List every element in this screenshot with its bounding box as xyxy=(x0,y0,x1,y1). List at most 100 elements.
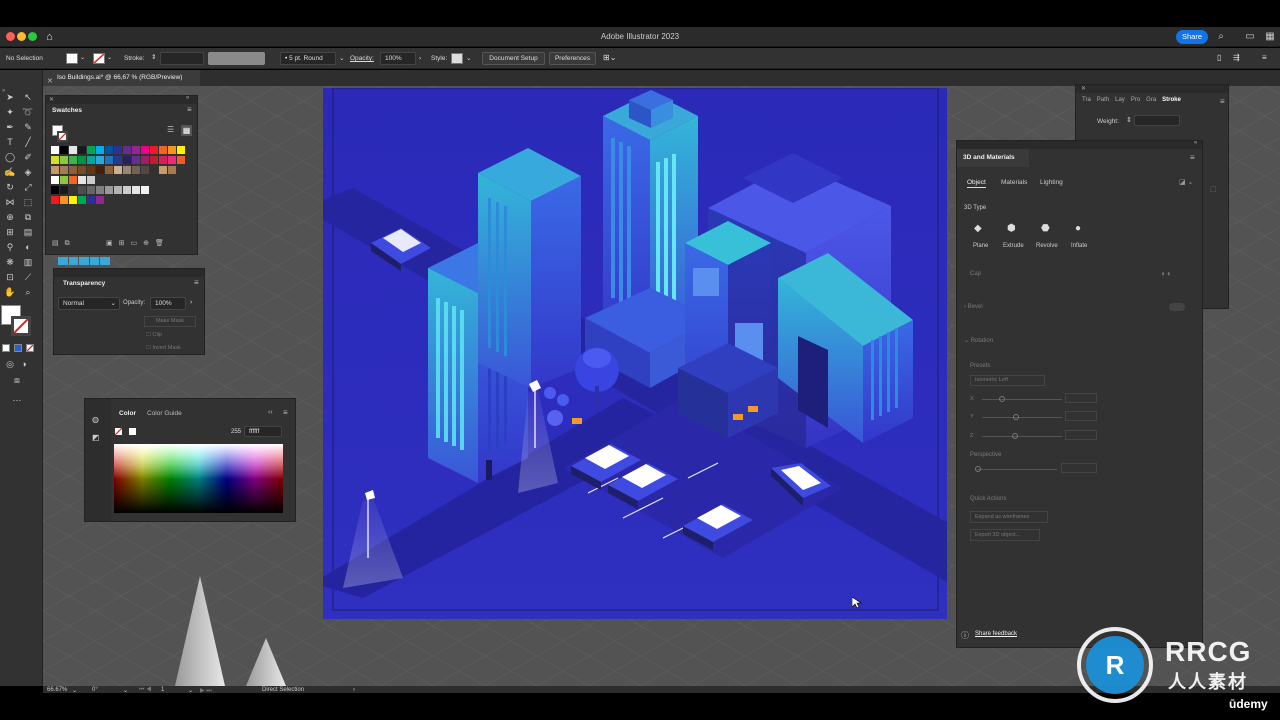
swatch-cell[interactable] xyxy=(87,186,95,194)
swatch-cell[interactable] xyxy=(87,176,95,184)
show-kinds-icon[interactable]: ⧉ xyxy=(65,240,76,247)
width-tool-icon[interactable]: ⋈ xyxy=(4,196,16,208)
export-3d-button[interactable]: Export 3D object... xyxy=(970,529,1040,541)
stroke-color-box[interactable] xyxy=(11,316,31,336)
swatch-cell[interactable] xyxy=(78,196,86,204)
chevron-right-icon[interactable]: › xyxy=(190,299,192,306)
trash-icon[interactable]: 🗑 xyxy=(155,240,170,247)
swatch-cell[interactable] xyxy=(60,166,68,174)
stepper-icon[interactable]: ⇕ xyxy=(1126,116,1132,124)
hand-tool-icon[interactable]: ✋ xyxy=(4,286,16,298)
panel-menu-icon[interactable]: ≡ xyxy=(1262,53,1267,62)
swatch-cell[interactable] xyxy=(132,156,140,164)
cap-icons[interactable]: ◑ ◐ xyxy=(1160,269,1172,278)
selection-tool-icon[interactable]: ➤ xyxy=(4,91,16,103)
swatch-cell[interactable] xyxy=(51,156,59,164)
swatch-cell[interactable] xyxy=(105,166,113,174)
swatch-cell[interactable] xyxy=(114,156,122,164)
document-tab[interactable]: ✕ Iso Buildings.ai* @ 66,67 % (RGB/Previ… xyxy=(43,70,200,86)
swatch-cell[interactable] xyxy=(177,146,185,154)
swatch-cell[interactable] xyxy=(87,146,95,154)
swatch-cell[interactable] xyxy=(123,156,131,164)
swatch-cell[interactable] xyxy=(168,146,176,154)
swatch-cell[interactable] xyxy=(60,196,68,204)
swatch-cell[interactable] xyxy=(96,196,104,204)
scale-tool-icon[interactable]: ⤢ xyxy=(22,181,34,193)
share-button[interactable]: Share xyxy=(1176,30,1208,44)
swatch-cell[interactable] xyxy=(51,186,59,194)
panel-menu-icon[interactable]: ≡ xyxy=(187,105,192,114)
collapse-panel-icon[interactable]: « xyxy=(186,95,189,101)
preferences-button[interactable]: Preferences xyxy=(549,52,596,65)
swatch-cell[interactable] xyxy=(150,156,158,164)
mesh-tool-icon[interactable]: ⊞ xyxy=(4,226,16,238)
panel-menu-icon[interactable]: ≡ xyxy=(1190,153,1195,162)
swatch-cell[interactable] xyxy=(60,146,68,154)
align-icon[interactable]: ▯ xyxy=(1217,53,1221,62)
swatch-cell[interactable] xyxy=(51,176,59,184)
document-setup-button[interactable]: Document Setup xyxy=(482,52,545,65)
variable-width-dropdown[interactable] xyxy=(208,52,265,65)
paintbrush-tool-icon[interactable]: ✐ xyxy=(22,151,34,163)
shape-builder-tool-icon[interactable]: ⊕ xyxy=(4,211,16,223)
swatch-cell[interactable] xyxy=(123,146,131,154)
transform-icon[interactable]: ⇶ xyxy=(1233,53,1240,62)
swatch-cell[interactable] xyxy=(159,146,167,154)
swatch-cell[interactable] xyxy=(123,166,131,174)
eyedropper-tool-icon[interactable]: ⚲ xyxy=(4,241,16,253)
panel-tab[interactable]: Pro xyxy=(1131,97,1140,103)
style-swatch[interactable] xyxy=(451,53,463,64)
y-slider-thumb[interactable] xyxy=(1013,414,1019,420)
tab-object[interactable]: Object xyxy=(967,179,986,188)
swatch-cell[interactable] xyxy=(141,156,149,164)
white-swatch[interactable] xyxy=(129,428,136,435)
inflate-icon[interactable]: ● xyxy=(1075,223,1081,234)
swatch-cell[interactable] xyxy=(78,186,86,194)
swatch-cell[interactable] xyxy=(141,186,149,194)
y-slider[interactable] xyxy=(982,417,1062,418)
x-slider[interactable] xyxy=(982,399,1062,400)
swatch-cell[interactable] xyxy=(87,166,95,174)
swatch-cell[interactable] xyxy=(150,146,158,154)
share-feedback-link[interactable]: Share feedback xyxy=(975,631,1017,637)
swatch-cell[interactable] xyxy=(114,166,122,174)
free-transform-tool-icon[interactable]: ⬚ xyxy=(22,196,34,208)
rotate-tool-icon[interactable]: ↻ xyxy=(4,181,16,193)
swatch-cell[interactable] xyxy=(168,166,176,174)
stroke-swatch[interactable] xyxy=(93,53,105,64)
x-slider-thumb[interactable] xyxy=(999,396,1005,402)
color-mode-swatch[interactable] xyxy=(2,344,10,352)
side-icon[interactable]: ⬚ xyxy=(1210,185,1217,193)
swatch-cell[interactable] xyxy=(96,166,104,174)
swatch-cell[interactable] xyxy=(150,166,158,174)
collapse-panel-icon[interactable]: « xyxy=(1194,140,1197,146)
swatch-cell[interactable] xyxy=(141,166,149,174)
swatch-cell[interactable] xyxy=(60,176,68,184)
swatch-cell[interactable] xyxy=(132,186,140,194)
color-guide-icon[interactable]: ◩ xyxy=(92,433,100,442)
render-icon[interactable]: ◪ ⌄ xyxy=(1179,178,1193,186)
arrange-icon[interactable]: ▦ xyxy=(1264,31,1276,43)
tab-materials[interactable]: Materials xyxy=(1001,179,1027,186)
collapse-panel-icon[interactable]: ‹‹ xyxy=(268,409,273,416)
chevron-down-icon[interactable]: ⌄ xyxy=(466,54,471,62)
opacity-label[interactable]: Opacity: xyxy=(350,55,374,62)
new-group-icon[interactable]: ▭ xyxy=(131,240,144,247)
draw-mode-icon[interactable]: ◎ xyxy=(4,358,16,370)
symbol-sprayer-tool-icon[interactable]: ❋ xyxy=(4,256,16,268)
color-group-icon[interactable]: ⊞ xyxy=(119,240,131,247)
panel-menu-icon[interactable]: ≡ xyxy=(194,278,199,287)
swatch-cell[interactable] xyxy=(51,166,59,174)
artboard-iso-city[interactable] xyxy=(303,87,957,619)
swatch-cell[interactable] xyxy=(105,156,113,164)
brush-dropdown[interactable]: • 5 pt. Round xyxy=(280,52,336,65)
line-tool-icon[interactable]: ╱ xyxy=(22,136,34,148)
perspective-grid-tool-icon[interactable]: ⧉ xyxy=(22,211,34,223)
tab-lighting[interactable]: Lighting xyxy=(1040,179,1063,186)
swatch-cell[interactable] xyxy=(114,146,122,154)
swatch-cell[interactable] xyxy=(114,186,122,194)
swatch-cell[interactable] xyxy=(123,186,131,194)
invert-mask-checkbox[interactable]: ☐ Invert Mask xyxy=(146,345,181,351)
hex-field[interactable]: ffffff xyxy=(244,426,282,437)
swatch-cell[interactable] xyxy=(132,166,140,174)
